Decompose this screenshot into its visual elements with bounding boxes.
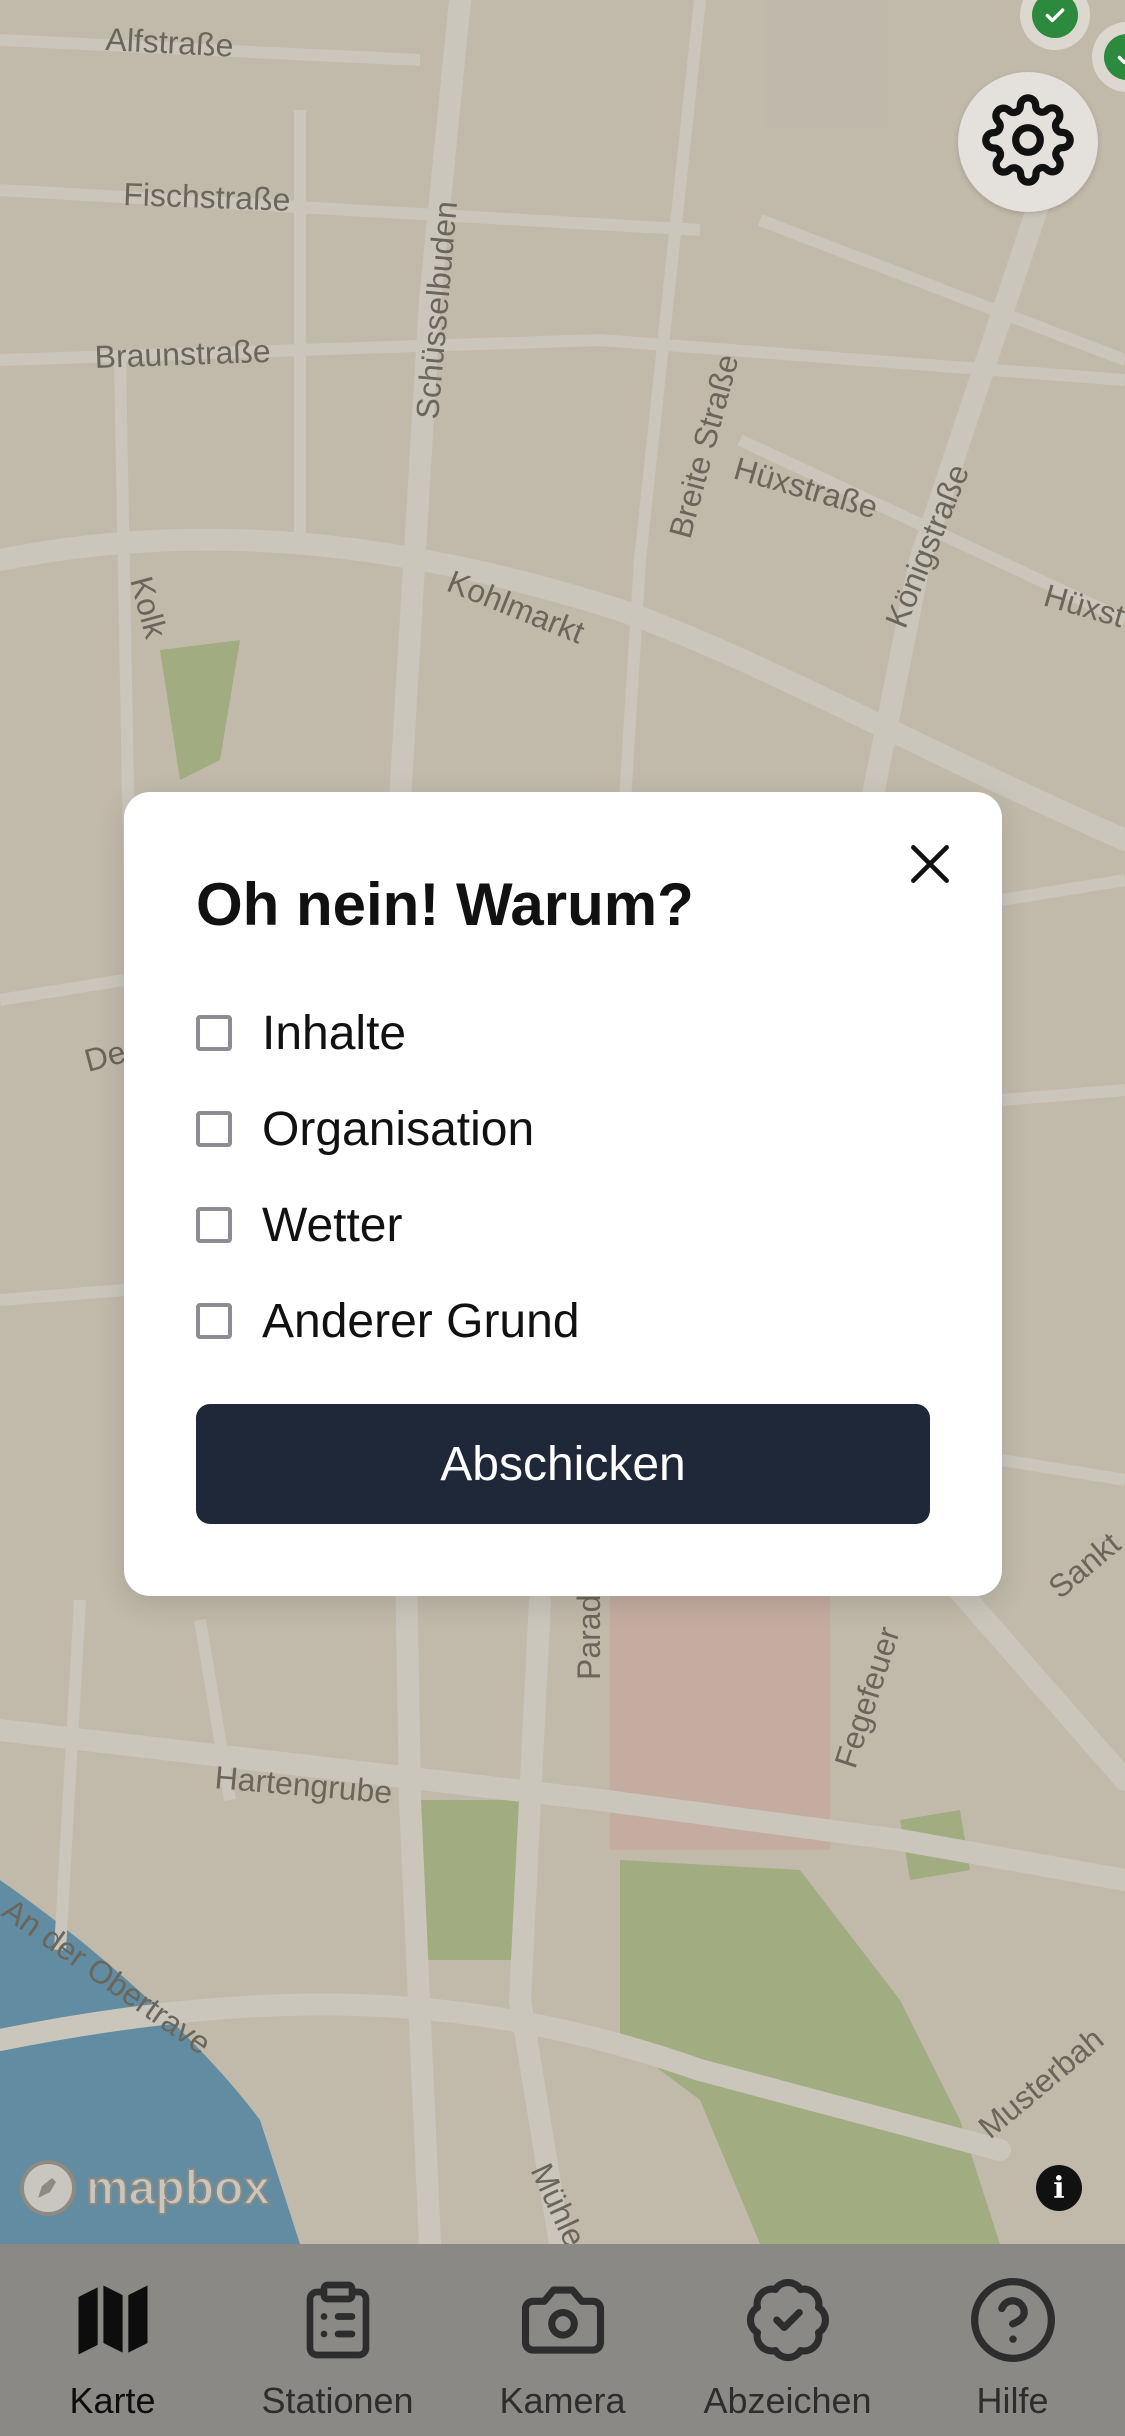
option-label: Anderer Grund bbox=[262, 1294, 580, 1348]
info-icon: i bbox=[1053, 2170, 1065, 2206]
mapbox-logo-icon bbox=[20, 2160, 76, 2216]
tab-label: Kamera bbox=[499, 2380, 626, 2421]
submit-button[interactable]: Abschicken bbox=[196, 1404, 930, 1524]
help-circle-icon bbox=[967, 2272, 1059, 2368]
attribution-info-button[interactable]: i bbox=[1036, 2165, 1082, 2211]
tab-karte[interactable]: Karte bbox=[0, 2244, 225, 2436]
checkbox[interactable] bbox=[196, 1111, 232, 1147]
tab-hilfe[interactable]: Hilfe bbox=[900, 2244, 1125, 2436]
close-icon bbox=[905, 839, 955, 894]
checkbox[interactable] bbox=[196, 1015, 232, 1051]
checkbox[interactable] bbox=[196, 1207, 232, 1243]
mapbox-wordmark: mapbox bbox=[85, 2161, 271, 2216]
bottom-tab-bar: Karte Stationen Kamera Abzeichen Hilfe bbox=[0, 2244, 1125, 2436]
feedback-dialog: Oh nein! Warum? Inhalte Organisation Wet… bbox=[124, 792, 1002, 1596]
option-inhalte[interactable]: Inhalte bbox=[196, 998, 406, 1068]
dialog-title: Oh nein! Warum? bbox=[196, 871, 694, 938]
option-label: Wetter bbox=[262, 1198, 403, 1252]
map-icon bbox=[67, 2272, 159, 2368]
tab-abzeichen[interactable]: Abzeichen bbox=[675, 2244, 900, 2436]
settings-button[interactable] bbox=[958, 72, 1098, 212]
tab-stationen[interactable]: Stationen bbox=[225, 2244, 450, 2436]
option-anderer-grund[interactable]: Anderer Grund bbox=[196, 1286, 580, 1356]
option-label: Organisation bbox=[262, 1102, 535, 1156]
gear-icon bbox=[982, 93, 1074, 191]
clipboard-list-icon bbox=[296, 2272, 380, 2368]
mapbox-logo: mapbox bbox=[18, 2158, 271, 2218]
tab-label: Stationen bbox=[261, 2380, 414, 2421]
checkbox[interactable] bbox=[196, 1303, 232, 1339]
option-organisation[interactable]: Organisation bbox=[196, 1094, 534, 1164]
option-label: Inhalte bbox=[262, 1006, 407, 1060]
badge-check-icon bbox=[743, 2272, 833, 2368]
tab-kamera[interactable]: Kamera bbox=[450, 2244, 675, 2436]
tab-label: Karte bbox=[69, 2380, 156, 2421]
camera-icon bbox=[518, 2272, 608, 2368]
option-wetter[interactable]: Wetter bbox=[196, 1190, 402, 1260]
close-button[interactable] bbox=[892, 828, 968, 904]
check-icon bbox=[1032, 0, 1078, 38]
check-icon bbox=[1104, 34, 1125, 80]
tab-label: Hilfe bbox=[976, 2380, 1049, 2421]
tab-label: Abzeichen bbox=[703, 2380, 872, 2421]
